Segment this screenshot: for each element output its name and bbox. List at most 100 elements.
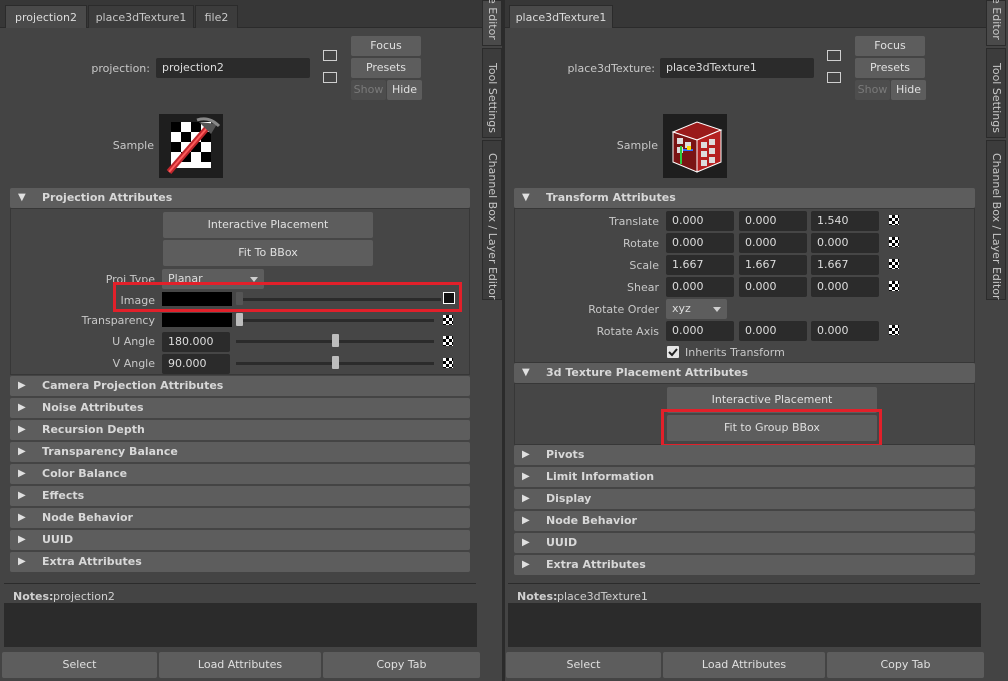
translate-z-field[interactable]: 1.540 bbox=[811, 211, 879, 231]
transparency-label: Transparency bbox=[81, 314, 155, 327]
section-header-noise-attributes[interactable]: ▶ Noise Attributes bbox=[10, 398, 470, 418]
interactive-placement-button[interactable]: Interactive Placement bbox=[163, 212, 373, 238]
section-header-transparency-balance[interactable]: ▶ Transparency Balance bbox=[10, 442, 470, 462]
load-attributes-button[interactable]: Load Attributes bbox=[663, 652, 825, 678]
projection-attributes-section-header[interactable]: ▼ Projection Attributes bbox=[10, 188, 470, 208]
section-header-color-balance[interactable]: ▶ Color Balance bbox=[10, 464, 470, 484]
section-header-display[interactable]: ▶ Display bbox=[514, 489, 975, 509]
tab-place3dtexture1[interactable]: place3dTexture1 bbox=[509, 5, 613, 28]
shear-z-field[interactable]: 0.000 bbox=[811, 277, 879, 297]
translate-map-icon[interactable] bbox=[889, 215, 899, 225]
section-header-recursion-depth[interactable]: ▶ Recursion Depth bbox=[10, 420, 470, 440]
section-header-pivots[interactable]: ▶ Pivots bbox=[514, 445, 975, 465]
right-side-tab-attribute-editor[interactable]: e Editor bbox=[986, 0, 1006, 46]
select-button[interactable]: Select bbox=[506, 652, 661, 678]
node-name-label: place3dTexture: bbox=[567, 62, 655, 75]
transform-attributes-section-header[interactable]: ▼ Transform Attributes bbox=[514, 188, 975, 208]
shear-map-icon[interactable] bbox=[889, 281, 899, 291]
scale-map-icon[interactable] bbox=[889, 259, 899, 269]
section-header-node-behavior[interactable]: ▶ Node Behavior bbox=[514, 511, 975, 531]
section-header-camera-projection-attributes[interactable]: ▶ Camera Projection Attributes bbox=[10, 376, 470, 396]
scale-y-field[interactable]: 1.667 bbox=[739, 255, 807, 275]
inherits-transform-checkbox[interactable] bbox=[667, 346, 679, 358]
right-side-tab-channel-box[interactable]: Channel Box / Layer Editor bbox=[986, 140, 1006, 300]
output-connection-icon[interactable] bbox=[827, 72, 841, 83]
section-header-extra-attributes[interactable]: ▶ Extra Attributes bbox=[514, 555, 975, 575]
transparency-color-swatch[interactable] bbox=[162, 313, 232, 327]
left-side-tab-tool-settings[interactable]: Tool Settings bbox=[482, 48, 502, 138]
left-side-tab-attribute-editor[interactable]: e Editor bbox=[482, 0, 502, 46]
section-header-uuid[interactable]: ▶ UUID bbox=[514, 533, 975, 553]
hide-button[interactable]: Hide bbox=[387, 80, 422, 100]
load-attributes-button[interactable]: Load Attributes bbox=[159, 652, 321, 678]
show-button[interactable]: Show bbox=[855, 80, 890, 100]
presets-button[interactable]: Presets bbox=[351, 58, 421, 78]
notes-node-name: projection2 bbox=[53, 590, 115, 603]
input-connection-icon[interactable] bbox=[323, 50, 337, 61]
transparency-map-icon[interactable] bbox=[443, 315, 453, 325]
presets-button[interactable]: Presets bbox=[855, 58, 925, 78]
u-angle-label: U Angle bbox=[112, 335, 155, 348]
collapsed-triangle-icon: ▶ bbox=[18, 446, 26, 457]
rotate-x-field[interactable]: 0.000 bbox=[666, 233, 734, 253]
collapsed-triangle-icon: ▶ bbox=[18, 402, 26, 413]
placement-attributes-section-header[interactable]: ▼ 3d Texture Placement Attributes bbox=[514, 363, 975, 383]
right-side-tab-tool-settings[interactable]: Tool Settings bbox=[986, 48, 1006, 138]
notes-label: Notes: bbox=[517, 590, 558, 603]
rotate-axis-x-field[interactable]: 0.000 bbox=[666, 321, 734, 341]
u-angle-slider-handle[interactable] bbox=[332, 334, 339, 347]
translate-x-field[interactable]: 0.000 bbox=[666, 211, 734, 231]
node-name-field[interactable]: place3dTexture1 bbox=[660, 58, 814, 78]
transparency-slider-track[interactable] bbox=[236, 319, 434, 322]
hide-button[interactable]: Hide bbox=[891, 80, 926, 100]
section-header-uuid[interactable]: ▶ UUID bbox=[10, 530, 470, 550]
output-connection-icon[interactable] bbox=[323, 72, 337, 83]
v-angle-field[interactable]: 90.000 bbox=[162, 354, 230, 374]
rotate-y-field[interactable]: 0.000 bbox=[739, 233, 807, 253]
scale-z-field[interactable]: 1.667 bbox=[811, 255, 879, 275]
cube-icon bbox=[671, 121, 723, 173]
section-header-effects[interactable]: ▶ Effects bbox=[10, 486, 470, 506]
rotate-axis-map-icon[interactable] bbox=[889, 325, 899, 335]
v-angle-label: V Angle bbox=[112, 357, 155, 370]
section-header-extra-attributes[interactable]: ▶ Extra Attributes bbox=[10, 552, 470, 572]
u-angle-field[interactable]: 180.000 bbox=[162, 332, 230, 352]
u-angle-map-icon[interactable] bbox=[443, 336, 453, 346]
show-button[interactable]: Show bbox=[351, 80, 386, 100]
rotate-axis-label: Rotate Axis bbox=[596, 325, 659, 338]
shear-y-field[interactable]: 0.000 bbox=[739, 277, 807, 297]
focus-button[interactable]: Focus bbox=[855, 36, 925, 56]
tab-place3dtexture1[interactable]: place3dTexture1 bbox=[88, 5, 194, 28]
chevron-down-icon bbox=[713, 307, 721, 312]
right-notes-header bbox=[508, 583, 980, 584]
sample-label: Sample bbox=[616, 139, 658, 152]
select-button[interactable]: Select bbox=[2, 652, 157, 678]
rotate-axis-y-field[interactable]: 0.000 bbox=[739, 321, 807, 341]
notes-textarea[interactable] bbox=[4, 603, 477, 647]
scale-x-field[interactable]: 1.667 bbox=[666, 255, 734, 275]
focus-button[interactable]: Focus bbox=[351, 36, 421, 56]
input-connection-icon[interactable] bbox=[827, 50, 841, 61]
rotate-z-field[interactable]: 0.000 bbox=[811, 233, 879, 253]
copy-tab-button[interactable]: Copy Tab bbox=[827, 652, 984, 678]
place3d-sample-swatch bbox=[663, 114, 727, 178]
copy-tab-button[interactable]: Copy Tab bbox=[323, 652, 480, 678]
rotate-axis-z-field[interactable]: 0.000 bbox=[811, 321, 879, 341]
section-header-limit-information[interactable]: ▶ Limit Information bbox=[514, 467, 975, 487]
fit-to-bbox-button[interactable]: Fit To BBox bbox=[163, 240, 373, 266]
node-name-field[interactable]: projection2 bbox=[156, 58, 310, 78]
translate-y-field[interactable]: 0.000 bbox=[739, 211, 807, 231]
v-angle-map-icon[interactable] bbox=[443, 358, 453, 368]
projection-sample-swatch bbox=[159, 114, 223, 178]
notes-textarea[interactable] bbox=[508, 603, 981, 647]
shear-x-field[interactable]: 0.000 bbox=[666, 277, 734, 297]
rotate-map-icon[interactable] bbox=[889, 237, 899, 247]
collapsed-triangle-icon: ▶ bbox=[522, 559, 530, 570]
v-angle-slider-handle[interactable] bbox=[332, 356, 339, 369]
collapsed-triangle-icon: ▶ bbox=[522, 515, 530, 526]
transparency-slider-handle[interactable] bbox=[236, 313, 243, 326]
left-side-tab-channel-box[interactable]: Channel Box / Layer Editor bbox=[482, 140, 502, 300]
section-header-node-behavior[interactable]: ▶ Node Behavior bbox=[10, 508, 470, 528]
tab-file2[interactable]: file2 bbox=[195, 5, 238, 28]
tab-projection2[interactable]: projection2 bbox=[5, 5, 87, 28]
